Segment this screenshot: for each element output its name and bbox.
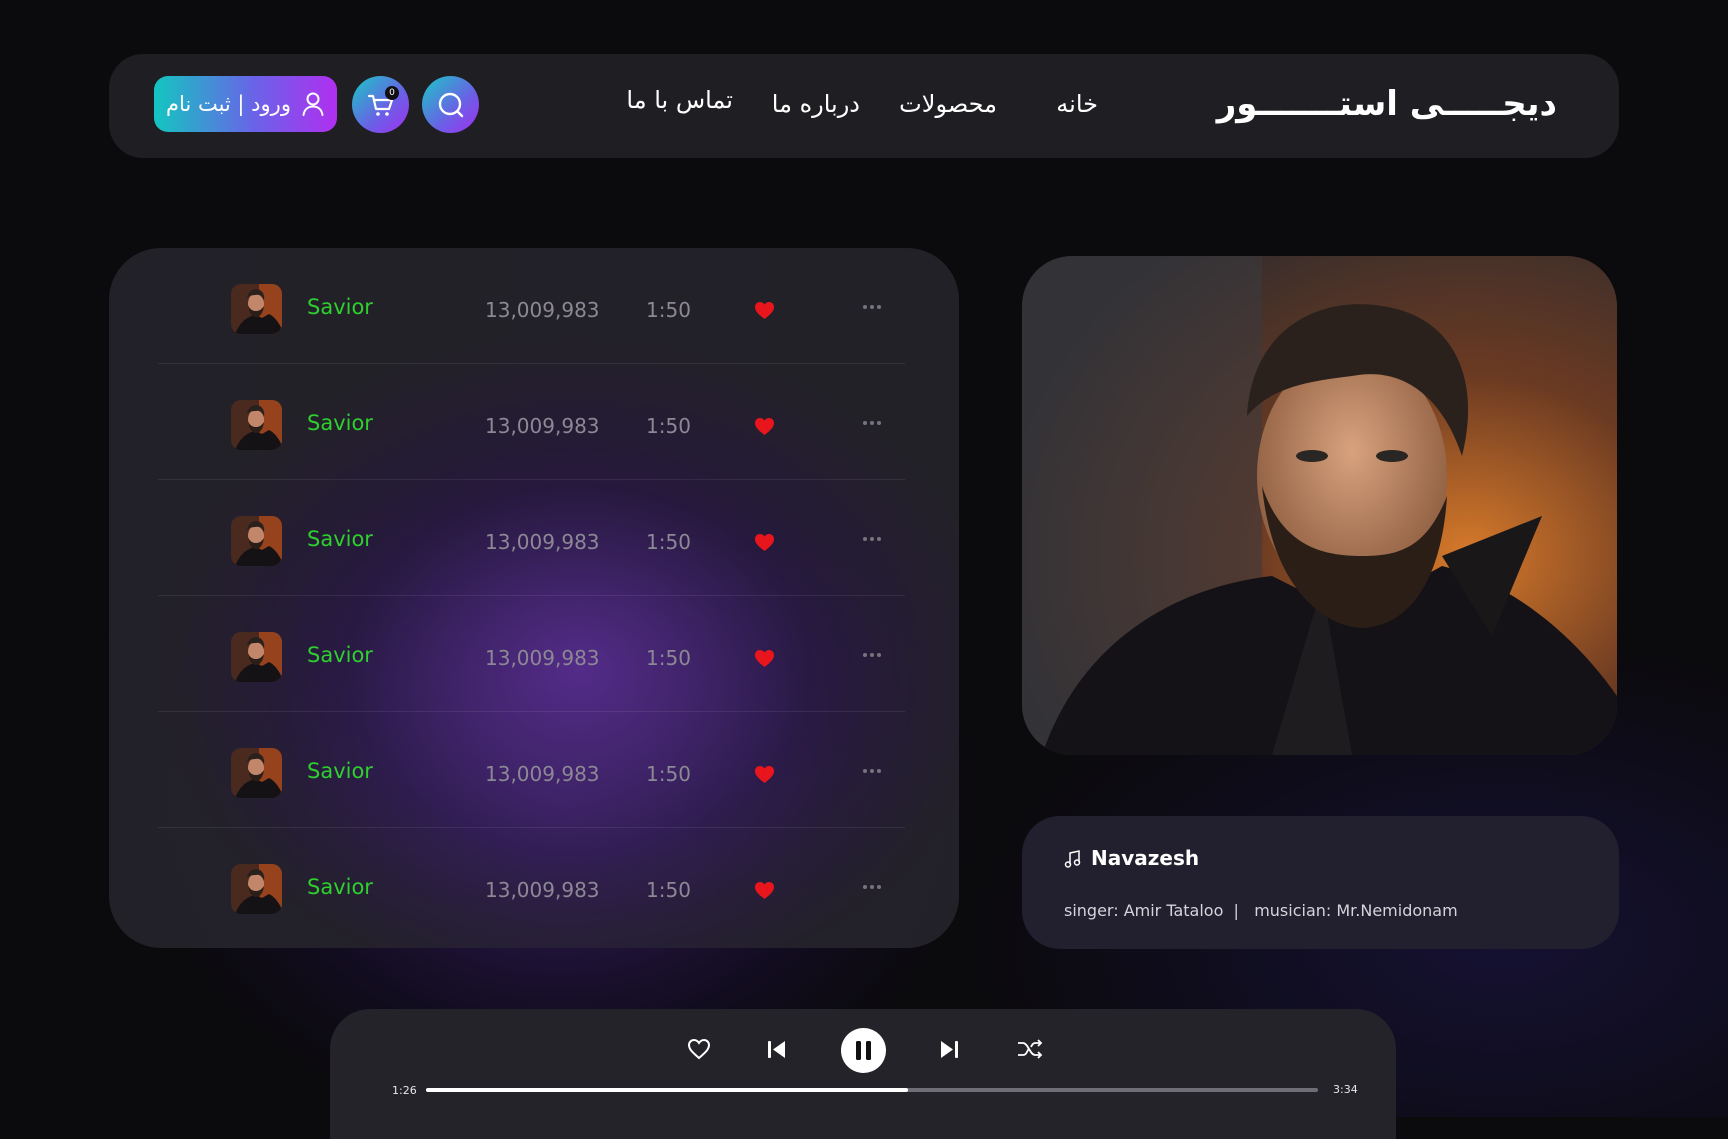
heart-icon[interactable] bbox=[754, 649, 775, 668]
cart-button[interactable]: 0 bbox=[352, 76, 409, 133]
next-icon[interactable] bbox=[938, 1039, 960, 1060]
track-credits: singer: Amir Tataloo | musician: Mr.Nemi… bbox=[1064, 901, 1458, 920]
search-icon bbox=[438, 92, 463, 117]
playlist-row[interactable]: Savior 13,009,983 1:50 bbox=[158, 596, 905, 712]
elapsed-time: 1:26 bbox=[392, 1084, 417, 1097]
heart-icon[interactable] bbox=[754, 881, 775, 900]
track-name[interactable]: Savior bbox=[307, 295, 373, 319]
track-duration: 1:50 bbox=[646, 762, 691, 786]
track-thumbnail bbox=[231, 400, 282, 450]
player-bar: 1:26 3:34 bbox=[330, 1009, 1396, 1139]
track-name[interactable]: Savior bbox=[307, 759, 373, 783]
more-options-icon[interactable] bbox=[861, 880, 883, 894]
track-name[interactable]: Savior bbox=[307, 527, 373, 551]
nav-item-about[interactable]: درباره ما bbox=[772, 90, 860, 118]
play-count: 13,009,983 bbox=[485, 878, 600, 902]
progress-fill bbox=[426, 1088, 908, 1092]
user-icon bbox=[302, 92, 324, 116]
track-name[interactable]: Savior bbox=[307, 875, 373, 899]
pause-icon bbox=[856, 1041, 871, 1060]
play-count: 13,009,983 bbox=[485, 414, 600, 438]
login-register-button[interactable]: ورود | ثبت نام bbox=[154, 76, 337, 132]
track-title: Navazesh bbox=[1091, 846, 1200, 870]
track-duration: 1:50 bbox=[646, 298, 691, 322]
track-duration: 1:50 bbox=[646, 414, 691, 438]
track-duration: 1:50 bbox=[646, 530, 691, 554]
playlist-panel: Savior 13,009,983 1:50 Savior 13,009,983 1:50… bbox=[109, 248, 959, 948]
prev-icon[interactable] bbox=[766, 1039, 788, 1060]
login-register-label: ورود | ثبت نام bbox=[166, 92, 291, 116]
heart-icon[interactable] bbox=[754, 533, 775, 552]
nav-item-products[interactable]: محصولات bbox=[899, 90, 997, 118]
music-note-icon bbox=[1064, 850, 1081, 868]
header-bar: دیجـــــی استـــــــور خانه محصولات دربا… bbox=[109, 54, 1619, 158]
track-thumbnail bbox=[231, 284, 282, 334]
play-count: 13,009,983 bbox=[485, 646, 600, 670]
total-time: 3:34 bbox=[1333, 1083, 1358, 1096]
album-cover-art bbox=[1022, 256, 1617, 755]
playlist-row[interactable]: Savior 13,009,983 1:50 bbox=[158, 364, 905, 480]
cart-count-badge: 0 bbox=[385, 86, 399, 100]
more-options-icon[interactable] bbox=[861, 416, 883, 430]
play-count: 13,009,983 bbox=[485, 298, 600, 322]
more-options-icon[interactable] bbox=[861, 532, 883, 546]
favorite-heart-icon[interactable] bbox=[687, 1038, 711, 1060]
track-thumbnail bbox=[231, 864, 282, 914]
playlist-row[interactable]: Savior 13,009,983 1:50 bbox=[158, 828, 905, 944]
track-duration: 1:50 bbox=[646, 646, 691, 670]
track-name[interactable]: Savior bbox=[307, 411, 373, 435]
heart-icon[interactable] bbox=[754, 301, 775, 320]
progress-track[interactable] bbox=[426, 1088, 1318, 1092]
nav-item-home[interactable]: خانه bbox=[1056, 90, 1098, 118]
playlist-row[interactable]: Savior 13,009,983 1:50 bbox=[158, 480, 905, 596]
more-options-icon[interactable] bbox=[861, 300, 883, 314]
site-logo[interactable]: دیجـــــی استـــــــور bbox=[1217, 84, 1557, 124]
heart-icon[interactable] bbox=[754, 417, 775, 436]
shuffle-icon[interactable] bbox=[1016, 1037, 1044, 1061]
playlist-row[interactable]: Savior 13,009,983 1:50 bbox=[158, 248, 905, 364]
playlist-row[interactable]: Savior 13,009,983 1:50 bbox=[158, 712, 905, 828]
play-count: 13,009,983 bbox=[485, 762, 600, 786]
track-thumbnail bbox=[231, 516, 282, 566]
track-duration: 1:50 bbox=[646, 878, 691, 902]
pause-button[interactable] bbox=[841, 1028, 886, 1073]
heart-icon[interactable] bbox=[754, 765, 775, 784]
nav-item-contact[interactable]: تماس با ما bbox=[626, 86, 733, 114]
search-button[interactable] bbox=[422, 76, 479, 133]
track-thumbnail bbox=[231, 748, 282, 798]
more-options-icon[interactable] bbox=[861, 648, 883, 662]
track-thumbnail bbox=[231, 632, 282, 682]
now-playing-card: Navazesh singer: Amir Tataloo | musician… bbox=[1022, 816, 1619, 949]
track-name[interactable]: Savior bbox=[307, 643, 373, 667]
more-options-icon[interactable] bbox=[861, 764, 883, 778]
play-count: 13,009,983 bbox=[485, 530, 600, 554]
